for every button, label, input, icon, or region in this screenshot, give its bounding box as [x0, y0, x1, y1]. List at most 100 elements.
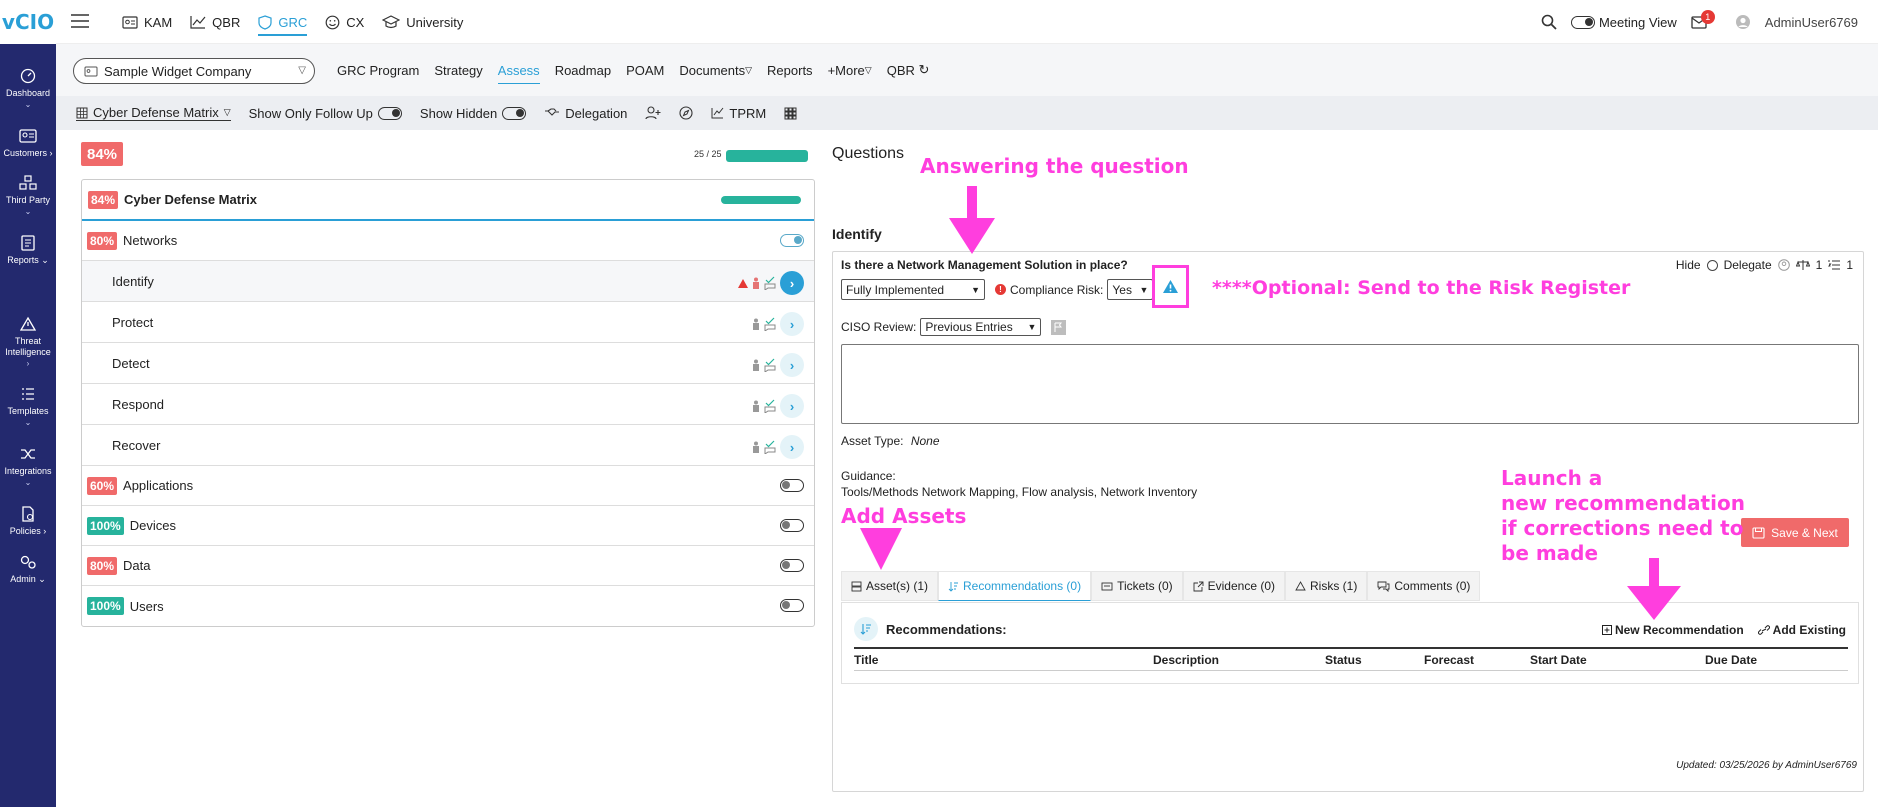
rail-item-third-party[interactable]: Third Party ⌄ [0, 175, 56, 217]
open-function-button[interactable]: › [780, 435, 804, 459]
delegate-label[interactable]: Delegate [1724, 258, 1772, 272]
send-to-risk-register-button[interactable] [1152, 265, 1189, 308]
prog-link-roadmap[interactable]: Roadmap [555, 44, 611, 96]
meeting-view-toggle[interactable]: Meeting View [1570, 15, 1677, 30]
show-hidden-toggle[interactable]: Show Hidden [420, 106, 527, 121]
avatar-icon[interactable] [1735, 14, 1751, 30]
save-icon [1752, 526, 1765, 539]
matrix-select[interactable]: Cyber Defense Matrix ▽ [76, 105, 231, 121]
column-header[interactable]: Status [1325, 653, 1362, 667]
scale-icon[interactable] [1795, 259, 1810, 271]
flag-button[interactable] [1051, 319, 1067, 335]
new-recommendation-button[interactable]: New Recommendation [1601, 623, 1744, 637]
category-row-data[interactable]: 80% Data [82, 546, 814, 586]
annotation-line: if corrections need to [1501, 516, 1744, 540]
category-row-users[interactable]: 100% Users [82, 586, 814, 626]
hamburger-menu-icon[interactable] [70, 12, 90, 30]
ciso-select[interactable]: Previous Entries ▼ [920, 318, 1042, 336]
tprm-button[interactable]: TPRM [711, 106, 766, 121]
topnav-qbr[interactable]: QBR [190, 0, 240, 44]
rail-item-templates[interactable]: Templates ⌄ [0, 386, 56, 428]
rail-item-dashboard[interactable]: Dashboard ⌄ [0, 68, 56, 110]
compass-icon[interactable] [679, 106, 693, 120]
column-header[interactable]: Due Date [1705, 653, 1757, 667]
tab-recommendations[interactable]: Recommendations (0) [938, 571, 1092, 601]
apps-grid-icon[interactable] [784, 107, 797, 120]
function-row-respond[interactable]: Respond › [82, 384, 814, 425]
rail-item-threat-intelligence[interactable]: Threat Intelligence › [0, 316, 56, 369]
tab-comments[interactable]: Comments (0) [1367, 571, 1481, 601]
open-function-button[interactable]: › [780, 394, 804, 418]
answer-select[interactable]: Fully Implemented ▼ [841, 279, 985, 300]
topnav-kam[interactable]: KAM [122, 0, 172, 44]
prog-link-grc-program[interactable]: GRC Program [337, 44, 419, 96]
column-header[interactable]: Start Date [1530, 653, 1587, 667]
prog-link-documents[interactable]: Documents ▽ [679, 44, 752, 96]
rail-item-reports[interactable]: Reports ⌄ [0, 235, 56, 266]
tab-label: Recommendations (0) [963, 579, 1082, 593]
follow-up-toggle[interactable]: Show Only Follow Up [249, 106, 402, 121]
category-toggle[interactable] [780, 559, 804, 572]
open-function-button[interactable]: › [780, 271, 804, 295]
compliance-select[interactable]: Yes ▼ [1107, 279, 1154, 300]
category-row-networks[interactable]: 80% Networks [82, 221, 814, 261]
add-existing-button[interactable]: Add Existing [1757, 623, 1846, 637]
save-next-button[interactable]: Save & Next [1741, 518, 1849, 547]
user-circle-icon[interactable] [1777, 259, 1790, 271]
annotation-optional: ****Optional: Send to the Risk Register [1212, 277, 1631, 299]
topnav-grc[interactable]: GRC [258, 0, 307, 44]
rail-item-admin[interactable]: Admin ⌄ [0, 554, 56, 585]
prog-link-poam[interactable]: POAM [626, 44, 664, 96]
reports-icon [21, 235, 35, 251]
matrix-header[interactable]: 84% Cyber Defense Matrix [82, 180, 814, 221]
prog-link-reports[interactable]: Reports [767, 44, 813, 96]
category-row-devices[interactable]: 100% Devices [82, 506, 814, 546]
function-row-recover[interactable]: Recover › [82, 425, 814, 466]
tab-risks[interactable]: Risks (1) [1285, 571, 1368, 601]
delegation-button[interactable]: Delegation [544, 106, 627, 121]
prog-link-strategy[interactable]: Strategy [434, 44, 482, 96]
numbered-list-icon[interactable] [1828, 259, 1841, 271]
prog-link-more[interactable]: +More ▽ [828, 44, 872, 96]
rail-item-policies[interactable]: Policies › [0, 506, 56, 537]
column-header[interactable]: Title [854, 653, 878, 667]
category-toggle[interactable] [780, 479, 804, 492]
tab-tickets[interactable]: Tickets (0) [1091, 571, 1183, 601]
tab-label: Asset(s) (1) [866, 579, 929, 593]
add-user-icon[interactable] [645, 106, 661, 120]
hide-radio[interactable] [1706, 259, 1718, 271]
threat-icon [20, 316, 36, 331]
ticket-icon [1101, 582, 1113, 590]
user-name[interactable]: AdminUser6769 [1765, 15, 1858, 30]
rail-item-customers[interactable]: Customers › [0, 128, 56, 159]
prog-link-label: QBR [886, 62, 915, 78]
answer-notes-textarea[interactable] [841, 344, 1859, 424]
open-function-button[interactable]: › [780, 312, 804, 336]
chevron-down-icon: ▼ [1027, 322, 1037, 332]
rail-label: Dashboard [5, 88, 51, 98]
rail-item-integrations[interactable]: Integrations ⌄ [0, 446, 56, 488]
category-toggle[interactable] [780, 519, 804, 532]
function-row-identify[interactable]: Identify › [82, 261, 814, 302]
company-select[interactable]: Sample Widget Company ▽ [73, 58, 315, 84]
tab-assets[interactable]: Asset(s) (1) [841, 571, 939, 601]
prog-link-assess[interactable]: Assess [497, 44, 540, 96]
column-header[interactable]: Description [1153, 653, 1219, 667]
prog-link-qbr[interactable]: QBR ↻ [887, 44, 930, 96]
topnav-university[interactable]: University [382, 0, 463, 44]
chevron-down-icon: ▼ [1139, 284, 1149, 295]
app-logo[interactable]: vCIO [0, 0, 56, 44]
category-row-applications[interactable]: 60% Applications [82, 466, 814, 506]
overall-progress-bar [726, 150, 808, 162]
function-row-protect[interactable]: Protect › [82, 302, 814, 343]
topnav-cx[interactable]: CX [325, 0, 364, 44]
search-icon[interactable] [1541, 14, 1557, 30]
chevron-down-icon: ⌄ [24, 418, 32, 427]
open-function-button[interactable]: › [780, 353, 804, 377]
column-header[interactable]: Forecast [1424, 653, 1474, 667]
category-toggle[interactable] [780, 234, 804, 247]
tab-evidence[interactable]: Evidence (0) [1182, 571, 1286, 601]
category-toggle[interactable] [780, 599, 804, 612]
notifications-button[interactable]: 1 [1691, 10, 1721, 29]
function-row-detect[interactable]: Detect › [82, 343, 814, 384]
